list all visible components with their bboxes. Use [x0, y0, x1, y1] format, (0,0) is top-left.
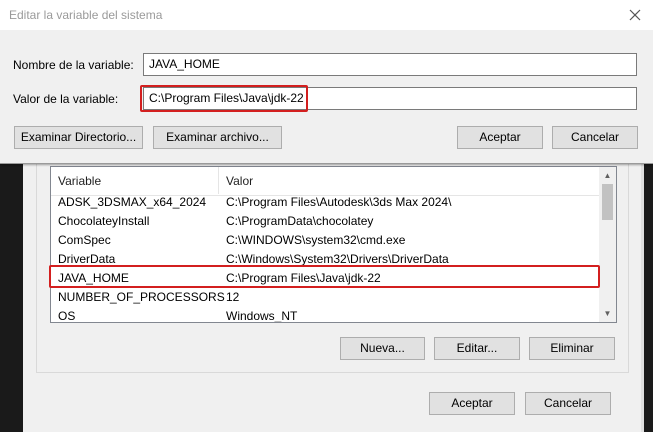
variable-value: C:\Windows\System32\Drivers\DriverData: [226, 252, 449, 266]
dialog-title: Editar la variable del sistema: [9, 8, 163, 22]
cancel-button[interactable]: Cancelar: [552, 126, 638, 149]
variable-value: C:\Program Files\Autodesk\3ds Max 2024\: [226, 195, 452, 209]
table-row[interactable]: OS Windows_NT: [51, 307, 599, 323]
env-accept-button[interactable]: Aceptar: [429, 392, 515, 415]
list-header: Variable Valor: [51, 167, 599, 196]
column-separator[interactable]: [218, 167, 219, 194]
browse-directory-button[interactable]: Examinar Directorio...: [14, 126, 143, 149]
variable-name-label: Nombre de la variable:: [13, 58, 134, 72]
column-header-variable[interactable]: Variable: [58, 174, 101, 188]
variable-name: OS: [58, 309, 76, 323]
dialog-edge: [641, 150, 644, 432]
variable-value: C:\ProgramData\chocolatey: [226, 214, 374, 228]
browse-file-button[interactable]: Examinar archivo...: [153, 126, 282, 149]
close-icon: [629, 9, 641, 21]
new-variable-button[interactable]: Nueva...: [340, 337, 425, 360]
table-row[interactable]: DriverData C:\Windows\System32\Drivers\D…: [51, 250, 599, 269]
variable-name: DriverData: [58, 252, 116, 266]
edit-variable-button[interactable]: Editar...: [434, 337, 520, 360]
variable-value: C:\Program Files\Java\jdk-22: [226, 271, 381, 285]
title-bar[interactable]: Editar la variable del sistema: [0, 0, 653, 30]
edit-system-variable-dialog: Editar la variable del sistema Nombre de…: [0, 0, 653, 164]
column-header-value[interactable]: Valor: [226, 174, 253, 188]
system-variables-list[interactable]: Variable Valor ADSK_3DSMAX_x64_2024 C:\P…: [50, 166, 617, 323]
table-row-java-home[interactable]: JAVA_HOME C:\Program Files\Java\jdk-22: [51, 269, 599, 288]
variable-name: JAVA_HOME: [58, 271, 129, 285]
environment-variables-dialog: Variable Valor ADSK_3DSMAX_x64_2024 C:\P…: [23, 150, 644, 432]
close-button[interactable]: [624, 4, 646, 26]
variable-value-label: Valor de la variable:: [13, 92, 119, 106]
variable-name-field[interactable]: JAVA_HOME: [143, 53, 637, 76]
chevron-up-icon[interactable]: ▲: [599, 167, 616, 184]
table-row[interactable]: NUMBER_OF_PROCESSORS 12: [51, 288, 599, 307]
variable-name: ADSK_3DSMAX_x64_2024: [58, 195, 207, 209]
variable-name: ComSpec: [58, 233, 111, 247]
accept-button[interactable]: Aceptar: [457, 126, 543, 149]
vertical-scrollbar[interactable]: ▲ ▼: [599, 167, 616, 322]
table-row[interactable]: ComSpec C:\WINDOWS\system32\cmd.exe: [51, 231, 599, 250]
variable-value: Windows_NT: [226, 309, 298, 323]
variable-name: NUMBER_OF_PROCESSORS: [58, 290, 225, 304]
env-cancel-button[interactable]: Cancelar: [525, 392, 611, 415]
table-row[interactable]: ChocolateyInstall C:\ProgramData\chocola…: [51, 212, 599, 231]
variable-value: C:\WINDOWS\system32\cmd.exe: [226, 233, 406, 247]
delete-variable-button[interactable]: Eliminar: [529, 337, 615, 360]
variable-name: ChocolateyInstall: [58, 214, 150, 228]
table-row[interactable]: ADSK_3DSMAX_x64_2024 C:\Program Files\Au…: [51, 193, 599, 212]
variable-value-field[interactable]: C:\Program Files\Java\jdk-22: [143, 87, 637, 110]
scrollbar-thumb[interactable]: [602, 184, 613, 220]
variable-value: 12: [226, 290, 240, 304]
chevron-down-icon[interactable]: ▼: [599, 305, 616, 322]
